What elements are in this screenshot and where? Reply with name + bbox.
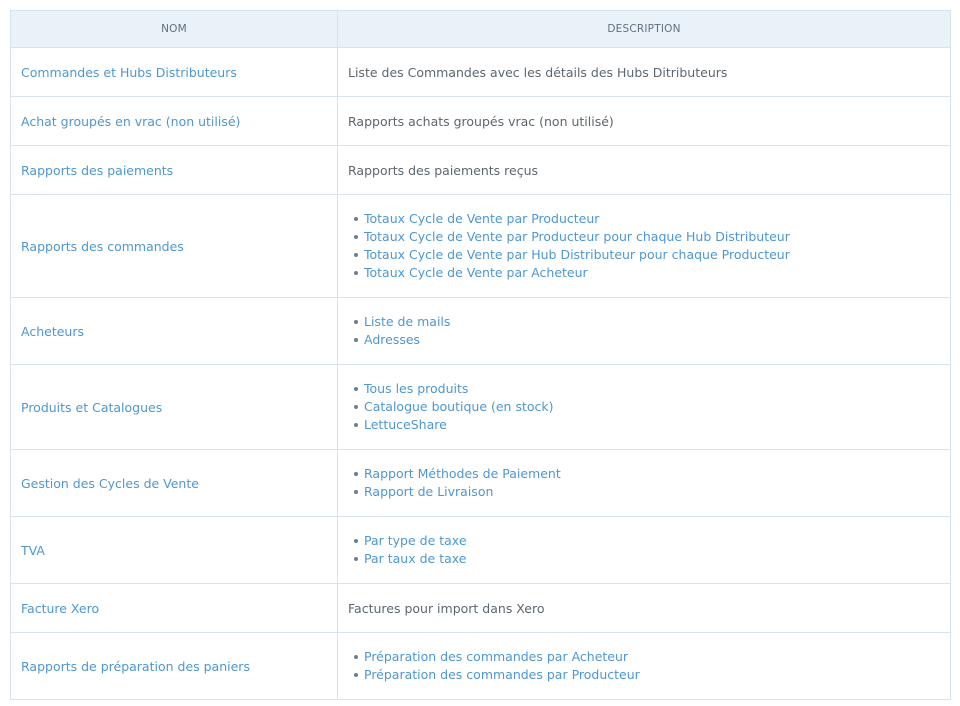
- bullet-icon: [354, 235, 358, 239]
- table-row: Rapports de préparation des paniers Prép…: [10, 632, 951, 700]
- table-row: Produits et Catalogues Tous les produits…: [10, 364, 951, 450]
- table-row: Gestion des Cycles de Vente Rapport Méth…: [10, 449, 951, 517]
- report-sublist: Rapport Méthodes de Paiement Rapport de …: [348, 465, 940, 501]
- bullet-icon: [354, 338, 358, 342]
- report-sublist: Liste de mails Adresses: [348, 313, 940, 349]
- list-item: Totaux Cycle de Vente par Producteur pou…: [354, 228, 940, 246]
- list-item: LettuceShare: [354, 416, 940, 434]
- description-cell: Rapport Méthodes de Paiement Rapport de …: [337, 449, 951, 517]
- description-cell: Rapports achats groupés vrac (non utilis…: [337, 96, 951, 146]
- sub-report-link[interactable]: Par taux de taxe: [364, 550, 466, 568]
- list-item: Liste de mails: [354, 313, 940, 331]
- description-cell: Préparation des commandes par Acheteur P…: [337, 632, 951, 700]
- sub-report-link[interactable]: Totaux Cycle de Vente par Acheteur: [364, 264, 588, 282]
- bullet-icon: [354, 217, 358, 221]
- report-link-cycles-vente[interactable]: Gestion des Cycles de Vente: [21, 476, 199, 491]
- description-cell: Tous les produits Catalogue boutique (en…: [337, 364, 951, 450]
- description-cell: Liste des Commandes avec les détails des…: [337, 47, 951, 97]
- table-row: Acheteurs Liste de mails Adresses: [10, 297, 951, 365]
- bullet-icon: [354, 673, 358, 677]
- description-text: Factures pour import dans Xero: [348, 601, 545, 616]
- report-link-acheteurs[interactable]: Acheteurs: [21, 324, 84, 339]
- list-item: Par type de taxe: [354, 532, 940, 550]
- report-link-achat-groupes[interactable]: Achat groupés en vrac (non utilisé): [21, 114, 240, 129]
- name-cell: Achat groupés en vrac (non utilisé): [10, 96, 338, 146]
- bullet-icon: [354, 472, 358, 476]
- list-item: Rapport de Livraison: [354, 483, 940, 501]
- list-item: Catalogue boutique (en stock): [354, 398, 940, 416]
- reports-table: NOM DESCRIPTION Commandes et Hubs Distri…: [10, 10, 951, 700]
- list-item: Préparation des commandes par Producteur: [354, 666, 940, 684]
- table-row: TVA Par type de taxe Par taux de taxe: [10, 516, 951, 584]
- bullet-icon: [354, 423, 358, 427]
- description-cell: Factures pour import dans Xero: [337, 583, 951, 633]
- bullet-icon: [354, 539, 358, 543]
- report-sublist: Par type de taxe Par taux de taxe: [348, 532, 940, 568]
- list-item: Totaux Cycle de Vente par Hub Distribute…: [354, 246, 940, 264]
- sub-report-link[interactable]: Tous les produits: [364, 380, 468, 398]
- description-cell: Par type de taxe Par taux de taxe: [337, 516, 951, 584]
- description-text: Rapports des paiements reçus: [348, 163, 539, 178]
- list-item: Totaux Cycle de Vente par Acheteur: [354, 264, 940, 282]
- list-item: Préparation des commandes par Acheteur: [354, 648, 940, 666]
- list-item: Rapport Méthodes de Paiement: [354, 465, 940, 483]
- report-sublist: Préparation des commandes par Acheteur P…: [348, 648, 940, 684]
- list-item: Tous les produits: [354, 380, 940, 398]
- name-cell: Rapports des commandes: [10, 194, 338, 298]
- name-cell: TVA: [10, 516, 338, 584]
- table-row: Achat groupés en vrac (non utilisé) Rapp…: [10, 96, 951, 146]
- sub-report-link[interactable]: Totaux Cycle de Vente par Producteur pou…: [364, 228, 790, 246]
- report-sublist: Totaux Cycle de Vente par Producteur Tot…: [348, 210, 940, 282]
- report-link-produits[interactable]: Produits et Catalogues: [21, 400, 162, 415]
- sub-report-link[interactable]: Liste de mails: [364, 313, 450, 331]
- name-cell: Rapports de préparation des paniers: [10, 632, 338, 700]
- report-link-facture-xero[interactable]: Facture Xero: [21, 601, 99, 616]
- list-item: Totaux Cycle de Vente par Producteur: [354, 210, 940, 228]
- table-row: Facture Xero Factures pour import dans X…: [10, 583, 951, 633]
- sub-report-link[interactable]: Catalogue boutique (en stock): [364, 398, 554, 416]
- bullet-icon: [354, 253, 358, 257]
- description-cell: Totaux Cycle de Vente par Producteur Tot…: [337, 194, 951, 298]
- list-item: Par taux de taxe: [354, 550, 940, 568]
- bullet-icon: [354, 490, 358, 494]
- sub-report-link[interactable]: Totaux Cycle de Vente par Producteur: [364, 210, 599, 228]
- sub-report-link[interactable]: Adresses: [364, 331, 420, 349]
- report-link-paiements[interactable]: Rapports des paiements: [21, 163, 173, 178]
- bullet-icon: [354, 387, 358, 391]
- sub-report-link[interactable]: Par type de taxe: [364, 532, 467, 550]
- table-row: Commandes et Hubs Distributeurs Liste de…: [10, 47, 951, 97]
- name-cell: Facture Xero: [10, 583, 338, 633]
- sub-report-link[interactable]: Préparation des commandes par Producteur: [364, 666, 640, 684]
- column-header-description: DESCRIPTION: [337, 10, 951, 48]
- sub-report-link[interactable]: Totaux Cycle de Vente par Hub Distribute…: [364, 246, 790, 264]
- description-text: Liste des Commandes avec les détails des…: [348, 65, 728, 80]
- sub-report-link[interactable]: Rapport de Livraison: [364, 483, 493, 501]
- bullet-icon: [354, 655, 358, 659]
- bullet-icon: [354, 405, 358, 409]
- column-header-name: NOM: [10, 10, 338, 48]
- report-link-preparation-paniers[interactable]: Rapports de préparation des paniers: [21, 659, 250, 674]
- name-cell: Rapports des paiements: [10, 145, 338, 195]
- list-item: Adresses: [354, 331, 940, 349]
- report-link-commandes-hubs[interactable]: Commandes et Hubs Distributeurs: [21, 65, 237, 80]
- table-row: Rapports des paiements Rapports des paie…: [10, 145, 951, 195]
- description-cell: Rapports des paiements reçus: [337, 145, 951, 195]
- name-cell: Commandes et Hubs Distributeurs: [10, 47, 338, 97]
- name-cell: Gestion des Cycles de Vente: [10, 449, 338, 517]
- table-row: Rapports des commandes Totaux Cycle de V…: [10, 194, 951, 298]
- sub-report-link[interactable]: Rapport Méthodes de Paiement: [364, 465, 561, 483]
- bullet-icon: [354, 557, 358, 561]
- bullet-icon: [354, 271, 358, 275]
- description-cell: Liste de mails Adresses: [337, 297, 951, 365]
- sub-report-link[interactable]: LettuceShare: [364, 416, 447, 434]
- report-link-commandes[interactable]: Rapports des commandes: [21, 239, 184, 254]
- bullet-icon: [354, 320, 358, 324]
- description-text: Rapports achats groupés vrac (non utilis…: [348, 114, 614, 129]
- name-cell: Acheteurs: [10, 297, 338, 365]
- report-sublist: Tous les produits Catalogue boutique (en…: [348, 380, 940, 434]
- sub-report-link[interactable]: Préparation des commandes par Acheteur: [364, 648, 628, 666]
- report-link-tva[interactable]: TVA: [21, 543, 45, 558]
- table-header-row: NOM DESCRIPTION: [10, 10, 951, 48]
- name-cell: Produits et Catalogues: [10, 364, 338, 450]
